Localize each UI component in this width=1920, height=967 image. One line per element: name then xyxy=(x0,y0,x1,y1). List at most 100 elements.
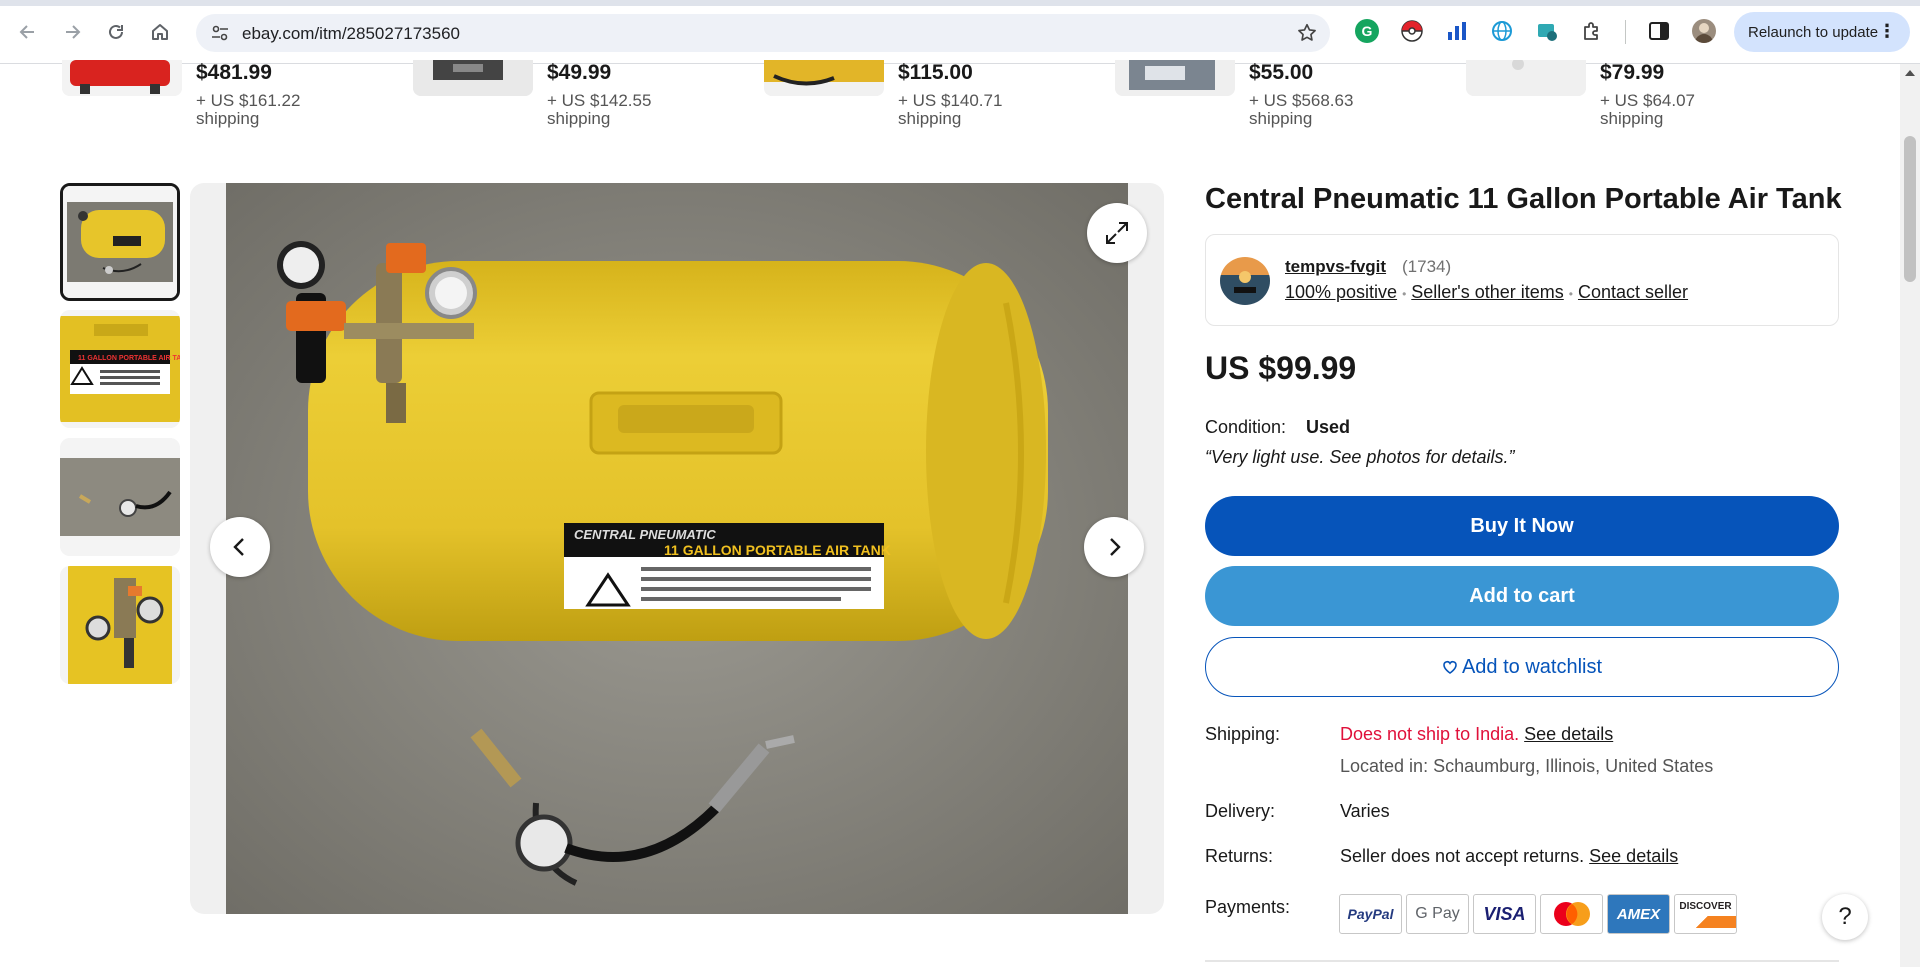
analytics-extension-icon[interactable] xyxy=(1445,19,1469,43)
main-image-viewer[interactable]: CENTRAL PNEUMATIC 11 GALLON PORTABLE AIR… xyxy=(190,183,1164,914)
expand-icon xyxy=(1106,222,1128,244)
similar-item-price[interactable]: $115.00 xyxy=(898,61,973,85)
amex-logo: AMEX xyxy=(1607,894,1670,934)
shipping-value: Does not ship to India. See details xyxy=(1340,724,1613,745)
delivery-label: Delivery: xyxy=(1205,801,1276,821)
previous-image-button[interactable] xyxy=(210,517,270,577)
expand-image-button[interactable] xyxy=(1087,203,1147,263)
mastercard-logo xyxy=(1540,894,1603,934)
extensions-puzzle-icon[interactable] xyxy=(1580,19,1604,43)
payments-label: Payments: xyxy=(1205,897,1291,917)
shipping-see-details-link[interactable]: See details xyxy=(1524,724,1613,744)
paypal-logo: PayPal xyxy=(1339,894,1402,934)
seller-avatar[interactable] xyxy=(1220,257,1270,305)
image-thumbnail[interactable] xyxy=(60,566,180,684)
item-price: US $99.99 xyxy=(1205,350,1357,386)
condition-value: Used xyxy=(1306,417,1351,437)
similar-item-price[interactable]: $79.99 xyxy=(1600,61,1664,85)
condition-note: “Very light use. See photos for details.… xyxy=(1205,447,1515,467)
screenshot-extension-icon[interactable] xyxy=(1535,19,1559,43)
scroll-up-icon[interactable] xyxy=(1905,70,1915,76)
google-pay-logo: G Pay xyxy=(1406,894,1469,934)
add-to-cart-label: Add to cart xyxy=(1469,584,1575,607)
similar-item-image[interactable] xyxy=(764,60,884,96)
similar-item-image[interactable] xyxy=(413,60,533,96)
chevron-right-icon xyxy=(1110,538,1121,556)
returns-value: Seller does not accept returns. See deta… xyxy=(1340,846,1678,867)
discover-logo: DISCOVER xyxy=(1674,894,1737,934)
reload-button[interactable] xyxy=(100,16,132,48)
seller-positive-link[interactable]: 100% positive xyxy=(1285,282,1397,302)
site-info-icon[interactable] xyxy=(210,23,230,43)
condition-label: Condition: xyxy=(1205,417,1287,437)
help-button[interactable]: ? xyxy=(1822,894,1868,940)
similar-item-shipping: + US $64.07 shipping xyxy=(1600,91,1695,128)
image-thumbnail[interactable] xyxy=(60,183,180,301)
url-text[interactable]: ebay.com/itm/285027173560 xyxy=(242,24,460,44)
arrow-right-icon xyxy=(66,25,81,39)
returns-label: Returns: xyxy=(1205,846,1274,866)
grammarly-extension-icon[interactable]: G xyxy=(1355,19,1379,43)
delivery-value: Varies xyxy=(1340,801,1390,821)
item-title: Central Pneumatic 11 Gallon Portable Air… xyxy=(1205,183,1842,215)
seller-feedback-count: (1734) xyxy=(1402,257,1452,276)
arrow-left-icon xyxy=(19,25,34,39)
similar-item-price[interactable]: $49.99 xyxy=(547,61,611,85)
back-button[interactable] xyxy=(12,16,44,48)
separator-dot: • xyxy=(1568,287,1573,301)
add-to-watchlist-button[interactable]: Add to watchlist xyxy=(1205,637,1839,697)
similar-item-shipping: + US $161.22 shipping xyxy=(196,91,301,128)
scrollbar-thumb[interactable] xyxy=(1904,136,1916,282)
buy-it-now-label: Buy It Now xyxy=(1470,514,1574,537)
seller-card: tempvs-fvgit (1734) 100% positive • Seller… xyxy=(1205,234,1839,326)
seller-name-link[interactable]: tempvs-fvgit xyxy=(1285,257,1386,277)
side-panel-icon[interactable] xyxy=(1647,19,1671,43)
shipping-warning-period: . xyxy=(1514,724,1520,744)
reload-icon xyxy=(109,24,123,39)
home-button[interactable] xyxy=(144,16,176,48)
similar-item-image[interactable] xyxy=(1115,60,1235,96)
relaunch-label: Relaunch to update xyxy=(1748,23,1879,41)
svg-text:11 GALLON PORTABLE AIR TANK: 11 GALLON PORTABLE AIR TANK xyxy=(78,355,180,362)
image-thumbnail[interactable]: 11 GALLON PORTABLE AIR TANK xyxy=(60,310,180,428)
section-divider xyxy=(1205,960,1839,962)
chevron-left-icon xyxy=(233,538,244,556)
similar-item-image[interactable] xyxy=(1466,60,1586,96)
more-menu-icon: ⋮ xyxy=(1878,21,1896,41)
similar-items-strip: $481.99 + US $161.22 shipping $49.99 + U… xyxy=(0,60,1900,134)
page-scrollbar[interactable] xyxy=(1900,64,1920,967)
next-image-button[interactable] xyxy=(1084,517,1144,577)
web-extension-icon[interactable] xyxy=(1490,19,1514,43)
visa-logo: VISA xyxy=(1473,894,1536,934)
browser-toolbar: ebay.com/itm/285027173560 G Relaunch to … xyxy=(0,0,1920,64)
address-bar[interactable]: ebay.com/itm/285027173560 xyxy=(196,14,1330,52)
profile-avatar[interactable] xyxy=(1692,19,1716,43)
toolbar-divider xyxy=(1625,20,1626,44)
help-icon: ? xyxy=(1838,903,1852,930)
similar-item-shipping: + US $140.71 shipping xyxy=(898,91,1003,128)
similar-item-image[interactable] xyxy=(62,60,182,96)
home-icon xyxy=(152,24,168,40)
contact-seller-link[interactable]: Contact seller xyxy=(1578,282,1688,302)
similar-item-shipping: + US $568.63 shipping xyxy=(1249,91,1354,128)
pokeball-extension-icon[interactable] xyxy=(1400,19,1424,43)
shipping-label: Shipping: xyxy=(1205,724,1281,744)
photo-label-product: 11 GALLON PORTABLE AIR TANK xyxy=(664,542,891,558)
item-location: Located in: Schaumburg, Illinois, United… xyxy=(1340,756,1714,776)
seller-other-items-link[interactable]: Seller's other items xyxy=(1411,282,1564,302)
tab-strip xyxy=(0,0,1920,6)
bookmark-star-icon[interactable] xyxy=(1296,22,1318,44)
returns-see-details-link[interactable]: See details xyxy=(1589,846,1678,866)
buy-it-now-button[interactable]: Buy It Now xyxy=(1205,496,1839,556)
separator-dot: • xyxy=(1402,287,1407,301)
similar-item-price[interactable]: $55.00 xyxy=(1249,61,1313,85)
forward-button[interactable] xyxy=(56,16,88,48)
shipping-warning: Does not ship to India xyxy=(1340,724,1515,744)
similar-item-price[interactable]: $481.99 xyxy=(196,61,272,85)
relaunch-button[interactable]: Relaunch to update ⋮ xyxy=(1734,12,1910,52)
main-product-photo: CENTRAL PNEUMATIC 11 GALLON PORTABLE AIR… xyxy=(226,183,1128,914)
image-thumbnail[interactable] xyxy=(60,438,180,556)
add-to-cart-button[interactable]: Add to cart xyxy=(1205,566,1839,626)
seller-links: 100% positive • Seller's other items • Conta… xyxy=(1285,282,1688,303)
heart-icon xyxy=(1443,661,1457,674)
